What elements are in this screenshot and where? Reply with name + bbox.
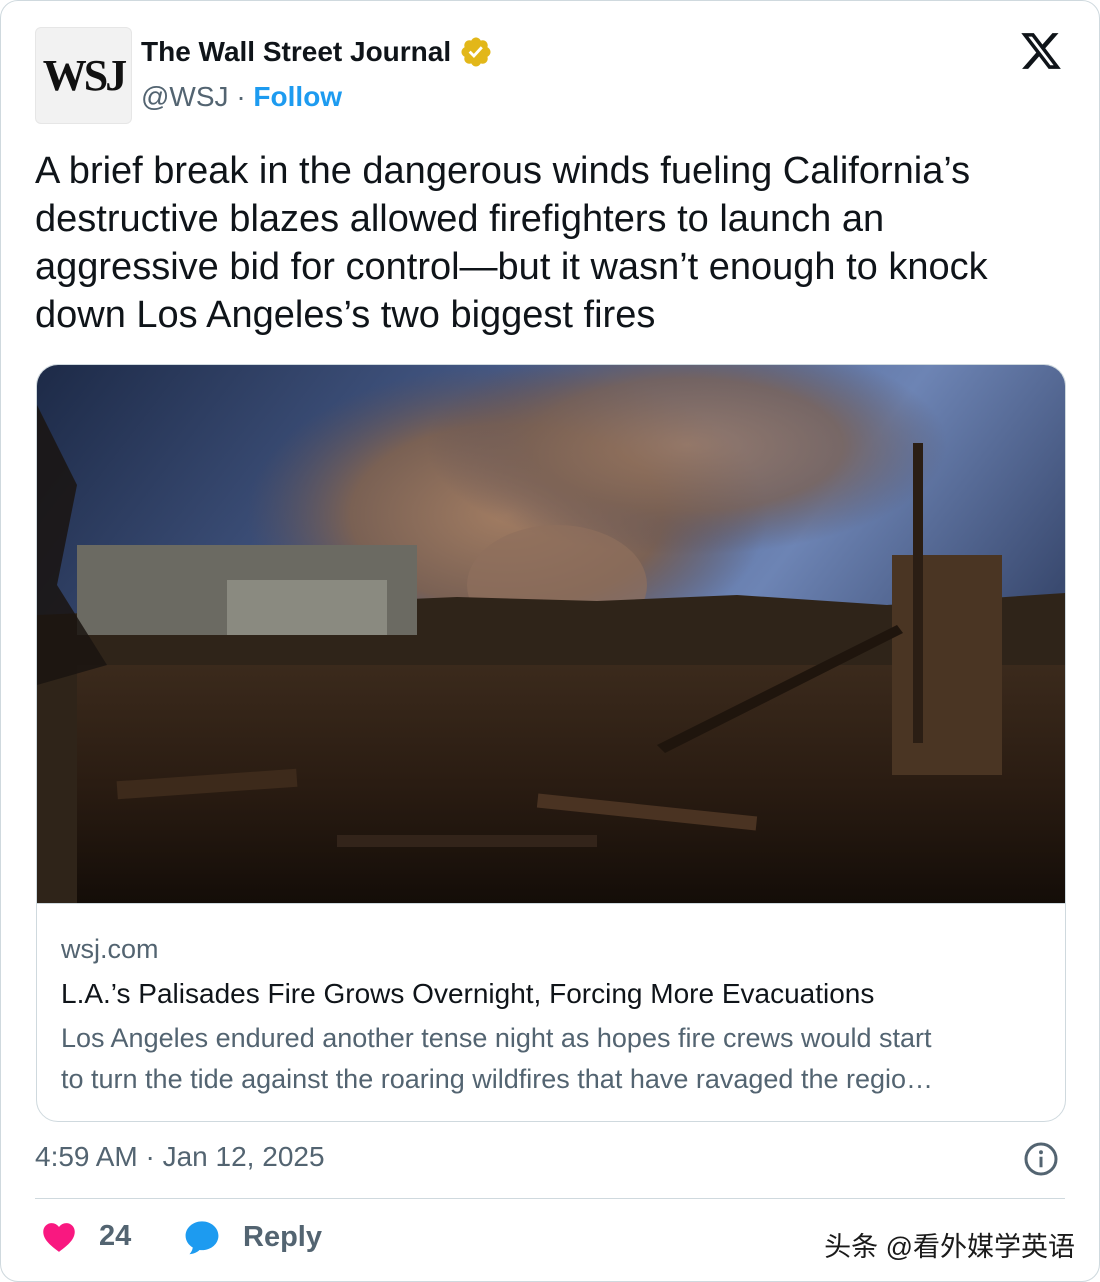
link-title: L.A.’s Palisades Fire Grows Overnight, F… <box>61 978 875 1009</box>
link-description-line-2: to turn the tide against the roaring wil… <box>61 1064 934 1094</box>
author-handle-row: @WSJ · Follow <box>141 81 342 113</box>
avatar-logo-text: WSJ <box>42 51 128 100</box>
article-photo[interactable] <box>37 365 1065 903</box>
tweet-text: A brief break in the dangerous winds fue… <box>35 150 988 336</box>
info-icon[interactable] <box>1023 1141 1059 1177</box>
author-name[interactable]: The Wall Street Journal <box>141 36 451 68</box>
reply-label: Reply <box>243 1220 322 1253</box>
avatar[interactable]: WSJ <box>35 27 132 124</box>
heart-icon <box>43 1223 75 1252</box>
link-description: Los Angeles endured another tense night … <box>61 1018 1041 1100</box>
tweet-timestamp[interactable]: 4:59 AM · Jan 12, 2025 <box>35 1141 325 1173</box>
follow-button[interactable]: Follow <box>253 81 342 112</box>
link-description-line-1: Los Angeles endured another tense night … <box>61 1023 932 1053</box>
reply-button[interactable]: Reply <box>183 1219 322 1255</box>
verified-badge-icon <box>461 37 491 67</box>
like-button[interactable]: 24 <box>41 1219 131 1253</box>
reply-bubble-icon <box>185 1221 219 1255</box>
like-count: 24 <box>99 1219 132 1252</box>
link-domain: wsj.com <box>61 934 159 964</box>
author-name-row: The Wall Street Journal <box>141 35 493 69</box>
watermark: 头条 @看外媒学英语 <box>824 1232 1075 1262</box>
divider <box>35 1198 1065 1199</box>
author-handle[interactable]: @WSJ <box>141 81 229 112</box>
tweet-card: WSJ The Wall Street Journal @WSJ · Follo… <box>0 0 1100 1282</box>
x-logo-icon[interactable] <box>1019 29 1063 73</box>
separator-dot: · <box>236 81 246 112</box>
link-preview-text[interactable]: wsj.com L.A.’s Palisades Fire Grows Over… <box>37 903 1065 1121</box>
link-preview-card[interactable]: wsj.com L.A.’s Palisades Fire Grows Over… <box>36 364 1066 1122</box>
